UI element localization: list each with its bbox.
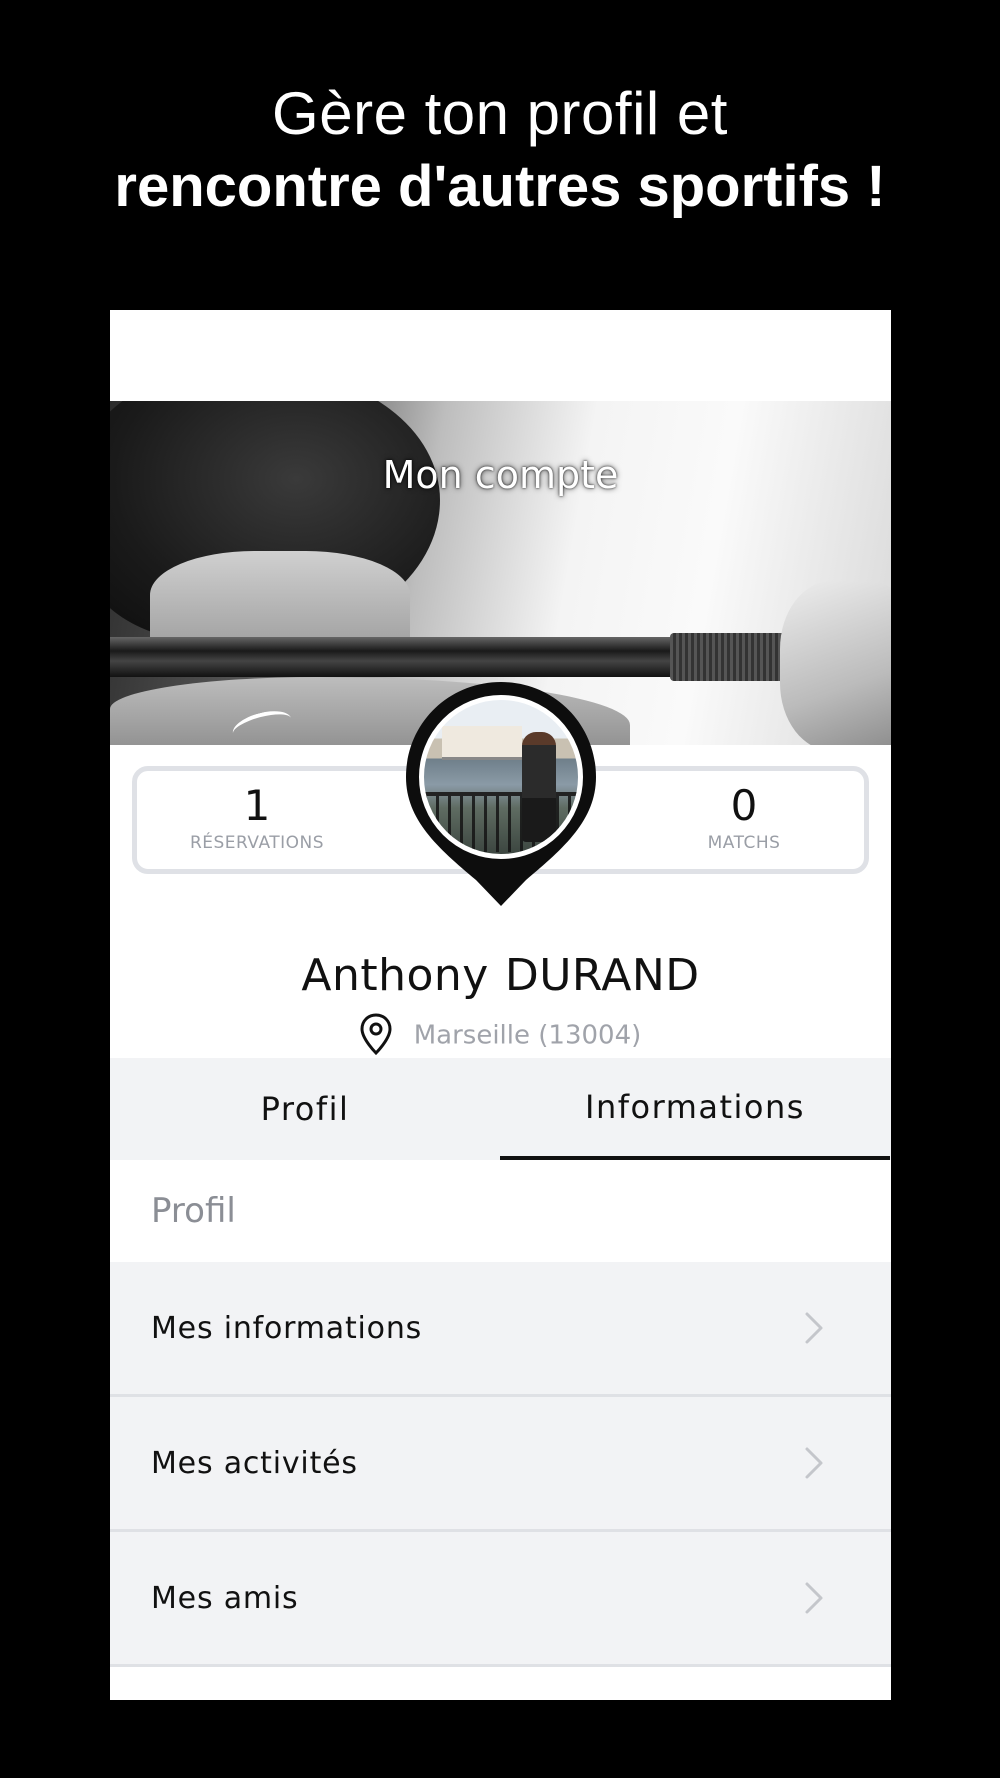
menu-item-mes-activites[interactable]: Mes activités [110, 1397, 891, 1532]
user-full-name: Anthony DURAND [110, 950, 891, 1001]
stat-matchs[interactable]: 0 MATCHS [624, 781, 864, 853]
menu-item-mes-amis[interactable]: Mes amis [110, 1532, 891, 1667]
chevron-right-icon [805, 1312, 823, 1344]
menu-item-label: Mes informations [151, 1310, 423, 1346]
menu-item-label: Mes amis [151, 1580, 299, 1616]
section-title: Profil [110, 1160, 891, 1262]
avatar [419, 695, 583, 859]
stat-reservations[interactable]: 1 RÉSERVATIONS [137, 781, 377, 853]
user-last-name: DURAND [504, 950, 700, 1001]
menu-item-mes-informations[interactable]: Mes informations [110, 1262, 891, 1397]
reservations-count: 1 [243, 781, 271, 830]
page-title: Mon compte [382, 453, 619, 497]
avatar-pin[interactable] [404, 680, 598, 920]
tab-bar: Profil Informations [110, 1058, 891, 1160]
user-location: Marseille (13004) [110, 1013, 891, 1057]
app-screen: Mon compte 1 RÉSERVATIONS 0 MATCHS Antho… [110, 310, 891, 1700]
promo-line-1: Gère ton profil et [272, 80, 728, 147]
reservations-label: RÉSERVATIONS [189, 833, 325, 853]
chevron-right-icon [805, 1582, 823, 1614]
tab-profil[interactable]: Profil [110, 1058, 500, 1160]
promo-line-2: rencontre d'autres sportifs ! [114, 154, 886, 219]
tab-informations[interactable]: Informations [500, 1058, 890, 1160]
menu-list: Mes informations Mes activités Mes amis [110, 1262, 891, 1667]
location-pin-icon [360, 1013, 392, 1055]
promo-headline: Gère ton profil et rencontre d'autres sp… [0, 78, 1000, 224]
matchs-count: 0 [730, 781, 758, 830]
user-first-name: Anthony [301, 950, 489, 1001]
location-text: Marseille (13004) [413, 1020, 642, 1051]
menu-item-label: Mes activités [151, 1445, 358, 1481]
matchs-label: MATCHS [707, 833, 781, 853]
chevron-right-icon [805, 1447, 823, 1479]
